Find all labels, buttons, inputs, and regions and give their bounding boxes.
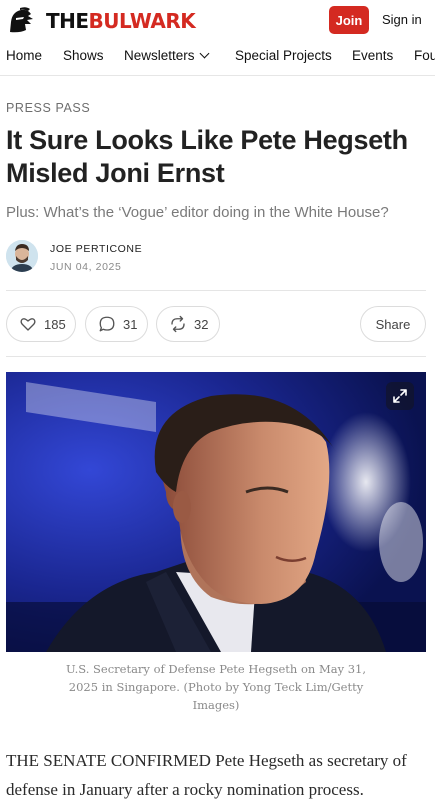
- comment-bubble-icon: [98, 315, 116, 333]
- nav-item-newsletters-label: Newsletters: [124, 48, 195, 63]
- site-logo[interactable]: THEBULWARK: [46, 9, 196, 33]
- divider: [6, 356, 426, 357]
- heart-icon: [19, 315, 37, 333]
- like-count: 185: [44, 316, 66, 332]
- author-name[interactable]: JOE PERTICONE: [50, 243, 142, 255]
- restack-arrows-icon: [169, 315, 187, 333]
- comment-count: 31: [123, 316, 138, 332]
- nav-item-special-projects[interactable]: Special Projects: [235, 48, 332, 63]
- nav-item-events[interactable]: Events: [352, 48, 393, 63]
- body-lead-in: THE SENATE CONFIRMED: [6, 751, 211, 770]
- nav-item-shows[interactable]: Shows: [63, 48, 104, 63]
- hero-image[interactable]: [6, 372, 426, 652]
- restack-button[interactable]: 32: [156, 306, 220, 342]
- logo-the: THE: [46, 9, 89, 33]
- article-title: It Sure Looks Like Pete Hegseth Misled J…: [6, 125, 408, 188]
- logo-bulwark: BULWARK: [88, 9, 196, 33]
- knight-helmet-icon[interactable]: [6, 6, 38, 36]
- divider: [6, 290, 426, 291]
- article-body-paragraph: THE SENATE CONFIRMED Pete Hegseth as sec…: [6, 746, 432, 800]
- nav-item-newsletters[interactable]: Newsletters: [124, 48, 209, 63]
- share-button[interactable]: Share: [360, 306, 426, 342]
- author-avatar[interactable]: [6, 240, 38, 272]
- main-nav: Home Shows Newsletters Special Projects …: [0, 42, 435, 76]
- share-label: Share: [375, 316, 411, 332]
- publish-date: JUN 04, 2025: [50, 261, 122, 273]
- article-subtitle: Plus: What’s the ‘Vogue’ editor doing in…: [6, 204, 389, 221]
- section-kicker[interactable]: PRESS PASS: [6, 101, 90, 115]
- comment-button[interactable]: 31: [85, 306, 148, 342]
- nav-item-home[interactable]: Home: [6, 48, 42, 63]
- hero-photo-illustration: [6, 372, 426, 652]
- chevron-down-icon: [199, 48, 209, 59]
- restack-count: 32: [194, 316, 209, 332]
- image-caption: U.S. Secretary of Defense Pete Hegseth o…: [65, 662, 367, 712]
- join-button[interactable]: Join: [329, 6, 369, 34]
- expand-icon[interactable]: [386, 382, 414, 410]
- top-bar: THEBULWARK Join Sign in: [0, 0, 435, 42]
- nav-item-overflow[interactable]: Fou: [414, 48, 435, 63]
- sign-in-link[interactable]: Sign in: [382, 12, 422, 27]
- like-button[interactable]: 185: [6, 306, 76, 342]
